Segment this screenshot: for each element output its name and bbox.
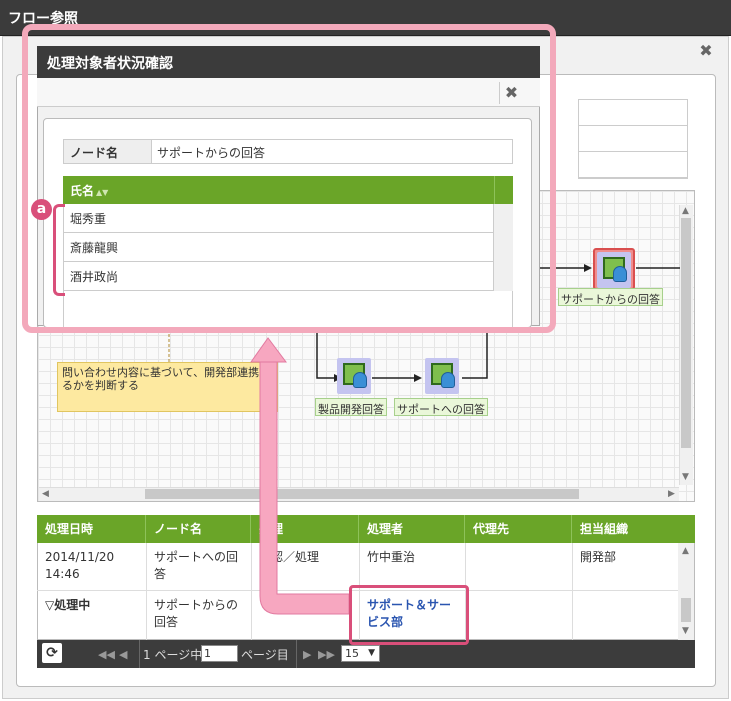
- list-bracket: [53, 204, 65, 296]
- dialog-highlight-frame: [22, 24, 556, 333]
- processor-highlight: [349, 585, 469, 645]
- annotation-badge: a: [31, 199, 52, 220]
